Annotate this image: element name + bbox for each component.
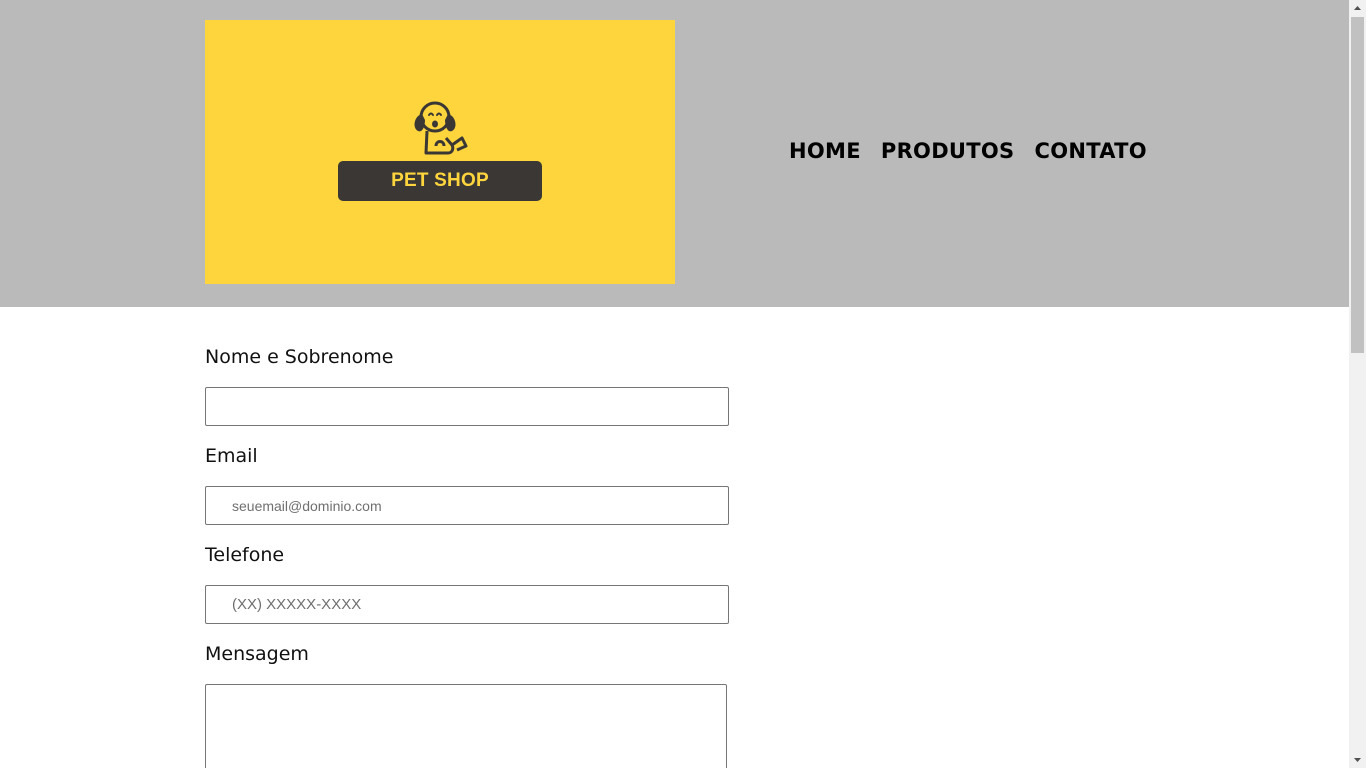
vertical-scrollbar[interactable]: [1349, 0, 1366, 768]
message-field[interactable]: [205, 684, 727, 768]
scroll-up-arrow-icon[interactable]: [1349, 0, 1366, 17]
nav-home-link[interactable]: HOME: [789, 136, 861, 166]
site-header: PET SHOP HOME PRODUTOS CONTATO: [0, 0, 1349, 307]
scroll-down-arrow-icon[interactable]: [1349, 751, 1366, 768]
scrollbar-thumb[interactable]: [1351, 17, 1364, 353]
email-field[interactable]: [205, 486, 729, 525]
page: PET SHOP HOME PRODUTOS CONTATO Nome e So…: [0, 0, 1349, 768]
pet-shop-logo[interactable]: PET SHOP: [205, 20, 675, 284]
nav-contato-link[interactable]: CONTATO: [1034, 136, 1146, 166]
main-nav: HOME PRODUTOS CONTATO: [789, 136, 1147, 166]
logo-text: PET SHOP: [338, 161, 542, 201]
phone-label: Telefone: [205, 544, 285, 566]
phone-field[interactable]: [205, 585, 729, 624]
nav-produtos-link[interactable]: PRODUTOS: [881, 136, 1015, 166]
name-label: Nome e Sobrenome: [205, 346, 394, 368]
dog-icon: [414, 101, 468, 155]
message-label: Mensagem: [205, 643, 309, 665]
email-label: Email: [205, 445, 258, 467]
name-field[interactable]: [205, 387, 729, 426]
